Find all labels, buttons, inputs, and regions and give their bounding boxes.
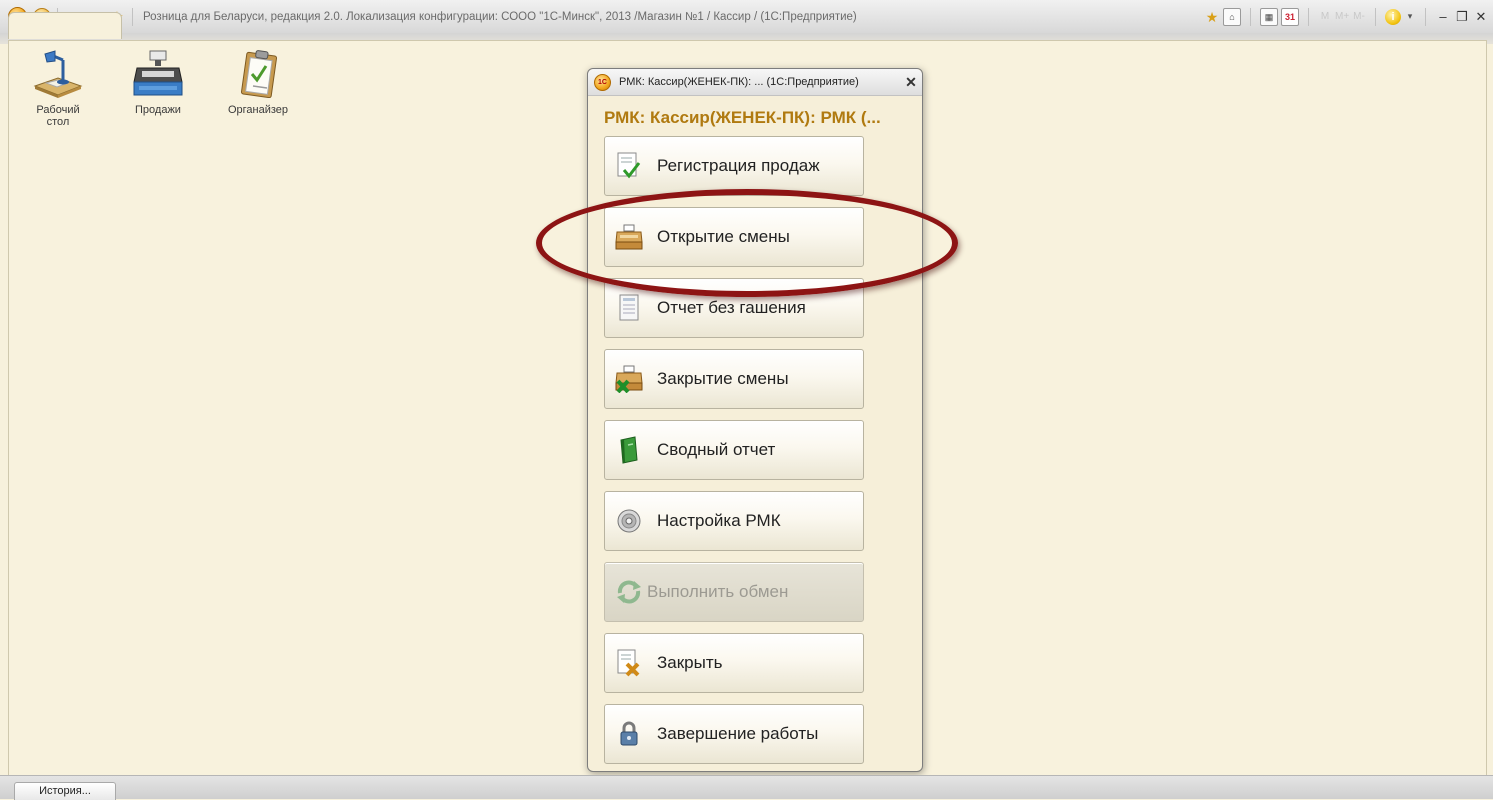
memory-mplus-button[interactable]: M+	[1335, 11, 1349, 22]
restore-icon[interactable]: ❐	[1454, 9, 1470, 25]
window-title: Розница для Беларуси, редакция 2.0. Лока…	[143, 10, 857, 23]
x-report-button[interactable]: Отчет без гашения	[604, 278, 864, 338]
memory-m-button[interactable]: M	[1318, 11, 1332, 22]
close-icon[interactable]: ✕	[1473, 9, 1489, 25]
memory-mminus-button[interactable]: M-	[1352, 11, 1366, 22]
favorites-icon[interactable]: ★	[1204, 9, 1220, 25]
info-dropdown-icon[interactable]: ▾	[1404, 11, 1416, 22]
minimize-icon[interactable]: –	[1435, 9, 1451, 24]
history-button[interactable]: История...	[14, 782, 116, 800]
sales-registration-label: Регистрация продаж	[657, 156, 820, 175]
cash-register-open-icon	[615, 223, 643, 251]
bottom-panel: История...	[0, 775, 1493, 800]
titlebar-tools: ★ ⌂ ▦ 31 M M+ M- i ▾ – ❐ ✕	[1204, 0, 1489, 33]
info-icon[interactable]: i	[1385, 8, 1401, 25]
x-report-label: Отчет без гашения	[657, 298, 806, 317]
command-list: Регистрация продаж Открытие смены Отчет …	[604, 136, 864, 775]
summary-report-button[interactable]: Сводный отчет	[604, 420, 864, 480]
history-icon[interactable]: ⌂	[1223, 7, 1241, 26]
toolbar-separator	[1250, 7, 1251, 26]
dialog-app-logo-icon: 1С	[594, 73, 611, 91]
open-shift-button[interactable]: Открытие смены	[604, 207, 864, 267]
run-exchange-button[interactable]: Выполнить обмен	[604, 562, 864, 622]
close-shift-button[interactable]: Закрытие смены	[604, 349, 864, 409]
open-shift-label: Открытие смены	[657, 227, 790, 246]
section-sales[interactable]: Продажи	[108, 50, 208, 128]
dialog-close-icon[interactable]: ✕	[900, 74, 922, 91]
close-label: Закрыть	[657, 653, 723, 672]
dialog-titlebar: 1С РМК: Кассир(ЖЕНЕК-ПК): ... (1С:Предпр…	[588, 69, 922, 96]
settings-disc-icon	[615, 507, 643, 535]
calendar-icon[interactable]: 31	[1281, 7, 1299, 26]
sync-arrows-icon	[615, 578, 643, 606]
window-titlebar: 1С ▾ ◀ ▶ ▼ ★ Розница для Беларуси, редак…	[0, 0, 1493, 34]
close-shift-label: Закрытие смены	[657, 369, 789, 388]
desk-lamp-icon	[33, 50, 83, 98]
active-section-tab	[8, 12, 122, 39]
run-exchange-label: Выполнить обмен	[647, 582, 789, 601]
shutdown-button[interactable]: Завершение работы	[604, 704, 864, 764]
dialog-heading: РМК: Кассир(ЖЕНЕК-ПК): РМК (...	[604, 108, 881, 127]
toolbar-separator	[1425, 7, 1426, 26]
section-panel: Рабочий стол Продажи Органайзер	[8, 50, 308, 128]
report-page-icon	[615, 294, 643, 322]
document-check-icon	[615, 152, 643, 180]
summary-report-label: Сводный отчет	[657, 440, 776, 459]
cash-register-icon	[133, 50, 183, 96]
rmk-settings-label: Настройка РМК	[657, 511, 781, 530]
toolbar-separator	[1308, 7, 1309, 26]
calculator-icon[interactable]: ▦	[1260, 7, 1278, 26]
clipboard-icon	[240, 50, 278, 98]
section-organizer-label: Органайзер	[227, 104, 289, 116]
section-organizer[interactable]: Органайзер	[208, 50, 308, 128]
green-book-icon	[615, 436, 643, 464]
section-desktop[interactable]: Рабочий стол	[8, 50, 108, 128]
toolbar-separator	[1375, 7, 1376, 26]
section-sales-label: Продажи	[135, 104, 181, 116]
cash-register-close-icon	[615, 365, 643, 393]
toolbar-separator	[132, 7, 133, 26]
rmk-settings-button[interactable]: Настройка РМК	[604, 491, 864, 551]
section-desktop-label: Рабочий стол	[36, 104, 80, 128]
close-button[interactable]: Закрыть	[604, 633, 864, 693]
shutdown-label: Завершение работы	[657, 724, 819, 743]
rmk-dialog: 1С РМК: Кассир(ЖЕНЕК-ПК): ... (1С:Предпр…	[587, 68, 923, 772]
padlock-icon	[615, 720, 643, 748]
document-close-icon	[615, 649, 643, 677]
dialog-title: РМК: Кассир(ЖЕНЕК-ПК): ... (1С:Предприят…	[619, 76, 859, 88]
sales-registration-button[interactable]: Регистрация продаж	[604, 136, 864, 196]
